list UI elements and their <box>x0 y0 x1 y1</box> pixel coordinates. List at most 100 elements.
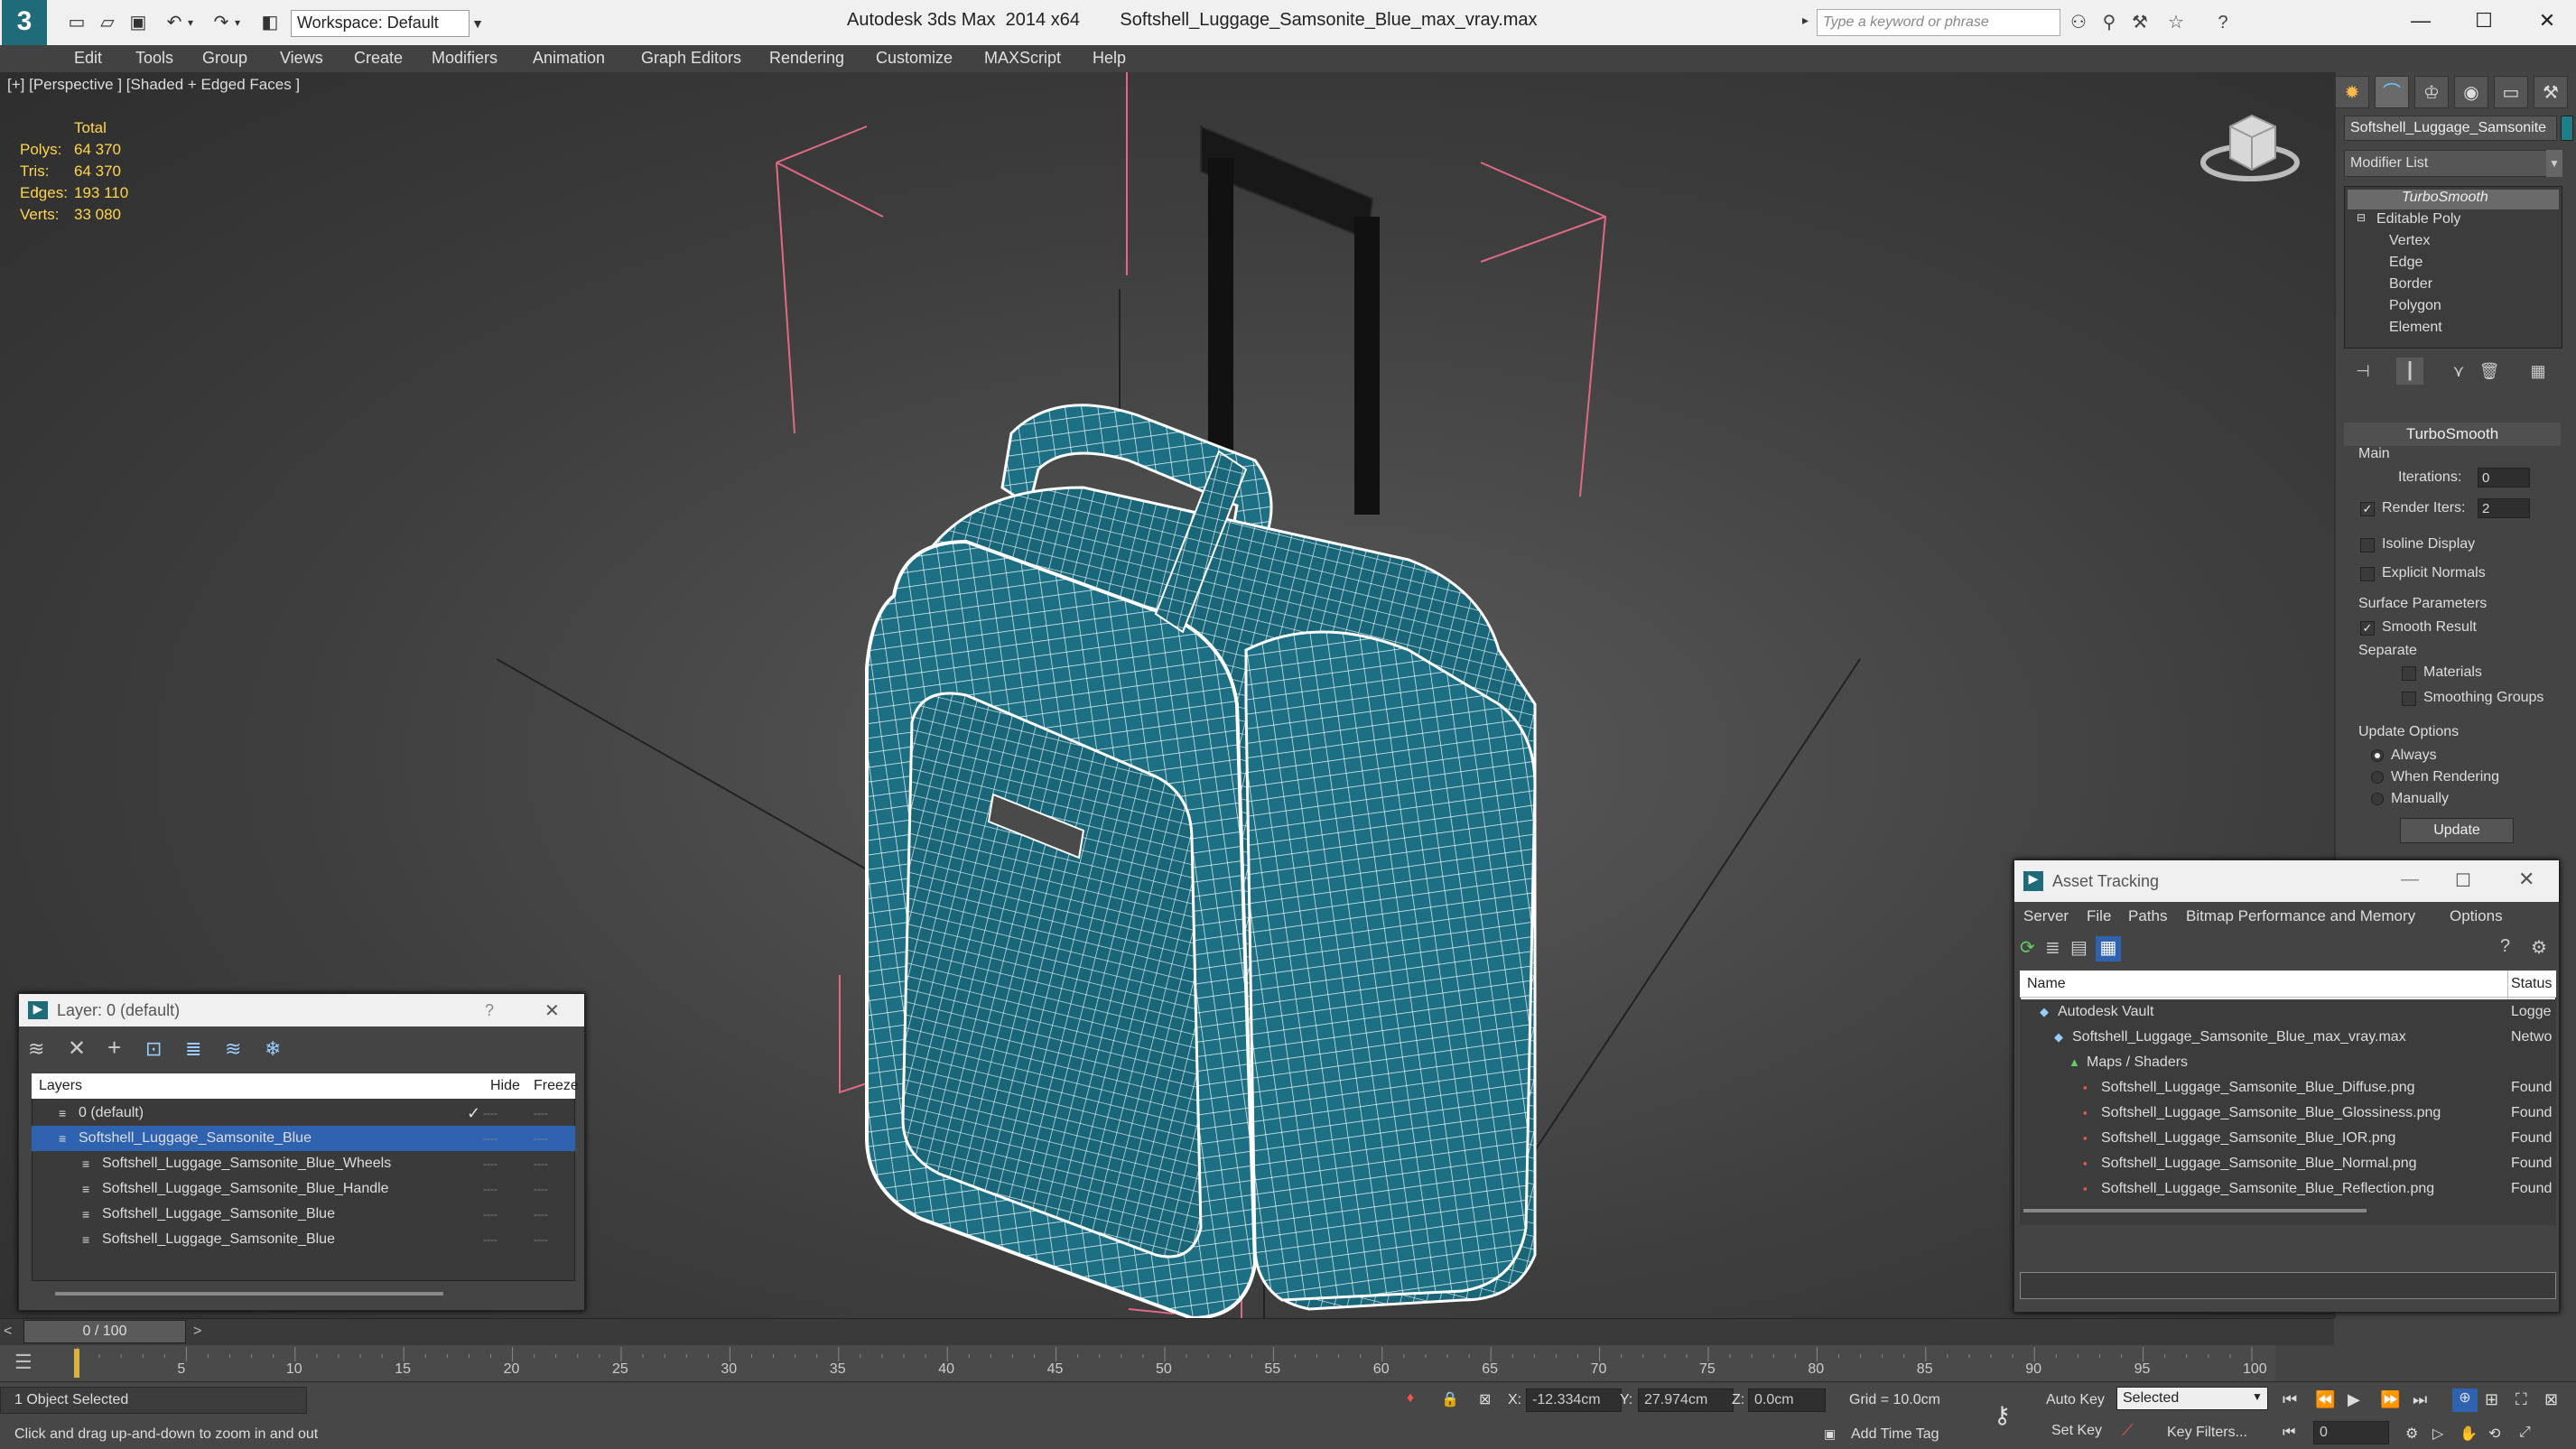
layer-freeze-toggle[interactable]: ---- <box>534 1202 548 1227</box>
help-icon[interactable]: ? <box>2210 11 2236 34</box>
absolute-mode-icon[interactable]: ⊠ <box>1479 1390 1491 1408</box>
set-key-icon[interactable]: ⟋ <box>2122 1421 2134 1440</box>
close-icon[interactable]: ✕ <box>2516 0 2576 42</box>
horizontal-scrollbar[interactable] <box>2023 1209 2367 1212</box>
undo-icon[interactable]: ↶ <box>163 11 186 34</box>
menu-rendering[interactable]: Rendering <box>769 49 844 68</box>
menu-graph-editors[interactable]: Graph Editors <box>641 49 741 68</box>
layer-name[interactable]: Softshell_Luggage_Samsonite_Blue_Wheels <box>102 1151 391 1176</box>
asset-row[interactable]: ▪ Softshell_Luggage_Samsonite_Blue_Reflec… <box>2020 1176 2556 1202</box>
when-rendering-radio[interactable] <box>2371 771 2384 784</box>
smoothing-groups-checkbox[interactable] <box>2402 692 2416 706</box>
asset-row[interactable]: ▲ Maps / Shaders <box>2020 1050 2556 1075</box>
asset-row[interactable]: ▪ Softshell_Luggage_Samsonite_Blue_Diffus… <box>2020 1075 2556 1101</box>
search-input[interactable]: Type a keyword or phrase <box>1817 9 2060 36</box>
app-logo-button[interactable]: 3 <box>2 0 47 45</box>
save-file-icon[interactable]: ▣ <box>126 11 150 34</box>
horizontal-scrollbar[interactable] <box>55 1292 443 1296</box>
menu-paths[interactable]: Paths <box>2128 907 2167 925</box>
layer-window-title[interactable]: Layer: 0 (default) <box>19 994 584 1026</box>
add-to-layer-icon[interactable]: + <box>107 1034 121 1062</box>
asset-path-field[interactable] <box>2020 1272 2556 1299</box>
col-name[interactable]: Name <box>2027 971 2066 998</box>
isolate-icon[interactable]: ♦ <box>1407 1390 1414 1407</box>
menu-bitmap-performance[interactable]: Bitmap Performance and Memory <box>2186 907 2415 925</box>
chevron-down-icon[interactable]: ▼ <box>470 10 486 37</box>
layer-name[interactable]: 0 (default) <box>79 1101 144 1126</box>
layer-row[interactable]: ≡ Softshell_Luggage_Samsonite_Blue ---- ---… <box>32 1227 575 1252</box>
new-layer-icon[interactable]: ≋ <box>28 1037 44 1061</box>
menu-modifiers[interactable]: Modifiers <box>432 49 498 68</box>
col-hide[interactable]: Hide <box>490 1073 520 1099</box>
highlight-layer-icon[interactable]: ≣ <box>185 1037 201 1061</box>
key-mode-icon[interactable]: ⏮ <box>2283 1425 2295 1441</box>
time-slider-thumb[interactable]: 0 / 100 <box>23 1320 186 1343</box>
col-freeze[interactable]: Freeze <box>534 1073 579 1099</box>
set-key-button[interactable]: Set Key <box>2051 1423 2102 1439</box>
maximize-viewport-icon[interactable]: ⤢ <box>2519 1425 2531 1441</box>
open-file-icon[interactable]: ▱ <box>96 11 119 34</box>
prev-key-icon[interactable]: ⏪ <box>2315 1390 2335 1409</box>
menu-views[interactable]: Views <box>280 49 323 68</box>
asset-row[interactable]: ▪ Softshell_Luggage_Samsonite_Blue_Glossi… <box>2020 1101 2556 1126</box>
layer-row[interactable]: ≡ Softshell_Luggage_Samsonite_Blue_Handle… <box>32 1176 575 1202</box>
undo-dropdown-icon[interactable]: ▾ <box>184 11 197 34</box>
stack-sub-vertex[interactable]: Vertex <box>2389 233 2430 249</box>
zoom-all-icon[interactable]: ⊞ <box>2485 1390 2498 1409</box>
next-key-icon[interactable]: ⏩ <box>2380 1390 2400 1409</box>
menu-animation[interactable]: Animation <box>533 49 605 68</box>
close-icon[interactable]: ✕ <box>2518 868 2534 891</box>
turbosmooth-rollout-header[interactable]: TurboSmooth <box>2344 423 2561 446</box>
favorites-star-icon[interactable]: ☆ <box>2163 11 2189 34</box>
object-color-swatch[interactable] <box>2561 116 2573 141</box>
create-tab-icon[interactable]: ✹ <box>2335 76 2369 108</box>
chevron-down-icon[interactable]: ▼ <box>2546 150 2562 177</box>
stack-sub-polygon[interactable]: Polygon <box>2389 298 2441 314</box>
stack-sub-border[interactable]: Border <box>2389 276 2432 293</box>
layer-hide-toggle[interactable]: ---- <box>483 1176 498 1202</box>
workspace-dropdown[interactable]: Workspace: Default <box>291 10 470 37</box>
viewport-label[interactable]: [+] [Perspective ] [Shaded + Edged Faces… <box>7 76 300 94</box>
layer-freeze-toggle[interactable]: ---- <box>534 1227 548 1252</box>
asset-row[interactable]: ◆ Autodesk Vault Logge <box>2020 999 2556 1025</box>
minimize-icon[interactable]: — <box>2401 869 2419 890</box>
iterations-spinner[interactable]: 0 <box>2478 468 2530 488</box>
layer-name[interactable]: Softshell_Luggage_Samsonite_Blue_Handle <box>102 1176 389 1202</box>
update-button[interactable]: Update <box>2400 818 2514 843</box>
menu-options[interactable]: Options <box>2450 907 2503 925</box>
layer-row[interactable]: ≡ Softshell_Luggage_Samsonite_Blue ---- ---… <box>32 1126 575 1151</box>
add-time-tag[interactable]: Add Time Tag <box>1851 1426 1939 1443</box>
layer-hide-toggle[interactable]: ---- <box>483 1151 498 1176</box>
collapse-icon[interactable]: ⊟ <box>2357 211 2366 224</box>
prev-frame-icon[interactable]: < <box>4 1324 12 1340</box>
play-icon[interactable]: ▶ <box>2348 1390 2360 1409</box>
pin-stack-icon[interactable]: ⊣ <box>2349 358 2376 385</box>
stack-item-editable-poly[interactable]: Editable Poly <box>2376 211 2460 228</box>
modifier-list-dropdown[interactable]: Modifier List <box>2344 150 2561 177</box>
layer-hide-toggle[interactable]: ---- <box>483 1101 498 1126</box>
menu-group[interactable]: Group <box>202 49 247 68</box>
view-cube[interactable] <box>2200 114 2300 181</box>
always-radio[interactable] <box>2371 749 2384 762</box>
menu-file[interactable]: File <box>2087 907 2111 925</box>
layer-name[interactable]: Softshell_Luggage_Samsonite_Blue <box>102 1227 335 1252</box>
pan-view-icon[interactable]: ✋ <box>2460 1425 2478 1443</box>
current-frame-field[interactable]: 0 <box>2313 1421 2389 1444</box>
freeze-all-icon[interactable]: ❄ <box>265 1037 281 1061</box>
auto-key-button[interactable]: Auto Key <box>2046 1392 2105 1408</box>
current-layer-marker[interactable]: ✓ <box>467 1101 480 1126</box>
utilities-tab-icon[interactable]: ⚒ <box>2534 76 2568 108</box>
y-coordinate-field[interactable]: 27.974cm <box>1638 1389 1734 1412</box>
menu-maxscript[interactable]: MAXScript <box>984 49 1061 68</box>
layer-name[interactable]: Softshell_Luggage_Samsonite_Blue <box>79 1126 312 1151</box>
smooth-result-checkbox[interactable]: ✓ <box>2360 621 2375 636</box>
configure-sets-icon[interactable]: ▦ <box>2525 358 2552 385</box>
object-name-field[interactable]: Softshell_Luggage_Samsonite <box>2344 116 2557 141</box>
time-tag-icon[interactable]: ▣ <box>1824 1426 1836 1442</box>
key-filters-button[interactable]: Key Filters... <box>2167 1425 2247 1441</box>
help-icon[interactable]: ? <box>485 1001 494 1020</box>
display-tab-icon[interactable]: ▭ <box>2494 76 2528 108</box>
layer-freeze-toggle[interactable]: ---- <box>534 1126 548 1151</box>
menu-help[interactable]: Help <box>1093 49 1126 68</box>
key-set-dropdown[interactable]: Selected <box>2116 1387 2268 1410</box>
